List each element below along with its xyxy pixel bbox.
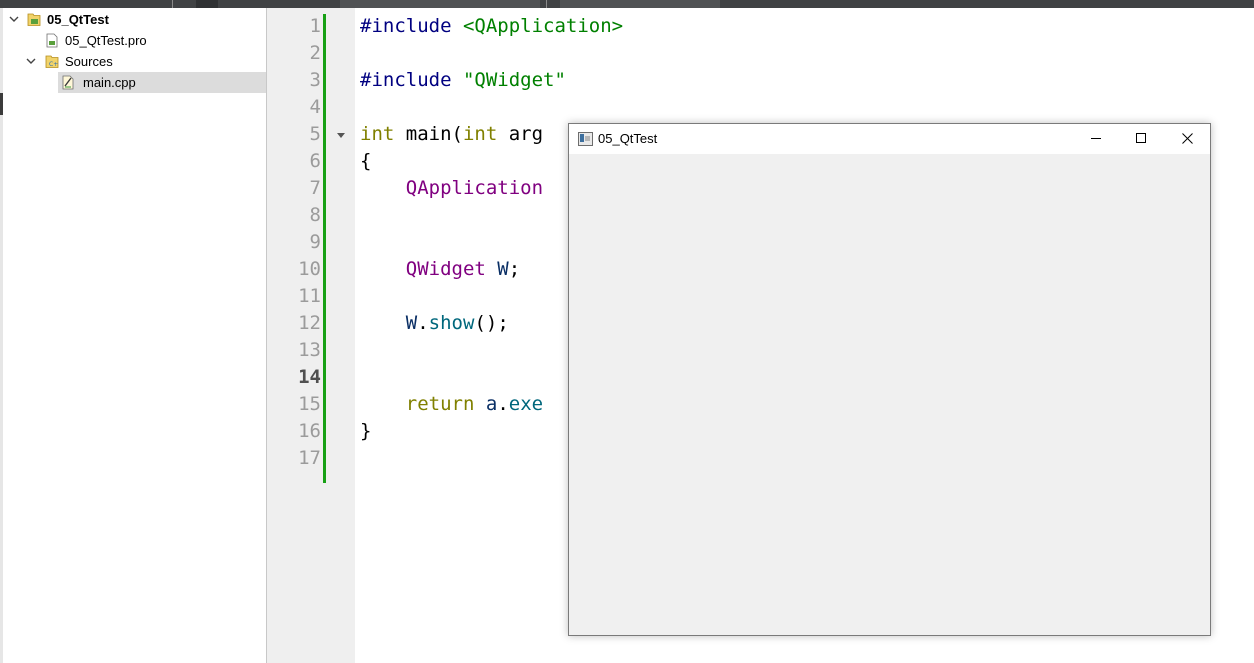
sources-folder-icon: C+ (45, 55, 59, 68)
line-number: 9 (309, 231, 321, 253)
code-token: . (497, 393, 509, 415)
line-number: 17 (298, 447, 321, 469)
tree-item-pro-file[interactable]: 05_QtTest.pro (3, 30, 266, 51)
app-window[interactable]: 05_QtTest (568, 123, 1211, 636)
line-number: 3 (309, 69, 321, 91)
line-number: 5 (309, 123, 321, 145)
minimize-button[interactable] (1073, 124, 1119, 153)
window-titlebar[interactable]: 05_QtTest (569, 124, 1210, 154)
tree-item-project-root[interactable]: 05_QtTest (3, 9, 266, 30)
code-token: "QWidget" (462, 69, 566, 91)
code-token: QApplication (405, 177, 544, 199)
code-line: W.show(); (360, 310, 509, 337)
tree-item-label: 05_QtTest.pro (65, 33, 147, 48)
window-client-area[interactable] (569, 154, 1210, 635)
line-number: 12 (298, 312, 321, 334)
line-number: 1 (309, 15, 321, 37)
code-line: int main(int arg (360, 121, 543, 148)
qt-project-icon (27, 13, 41, 26)
code-token: int (360, 123, 395, 145)
code-line: } (360, 418, 371, 445)
toolbar-separator (172, 0, 173, 8)
pro-file-icon (46, 33, 58, 48)
svg-text:C+: C+ (49, 61, 58, 68)
code-token: #include (360, 15, 452, 37)
code-line: #include "QWidget" (360, 67, 566, 94)
maximize-button[interactable] (1118, 124, 1164, 153)
minimize-icon (1091, 138, 1101, 139)
symbol-selector[interactable] (560, 0, 720, 8)
line-number: 4 (309, 96, 321, 118)
close-button[interactable] (1164, 124, 1210, 153)
tree-item-sources[interactable]: C+ Sources (3, 51, 266, 72)
line-number: 6 (309, 150, 321, 172)
code-token: arg (497, 123, 544, 145)
line-number: 11 (298, 285, 321, 307)
code-line: QApplication (360, 175, 543, 202)
top-toolbar-strip (0, 0, 1254, 8)
code-token: main( (394, 123, 463, 145)
line-number: 7 (309, 177, 321, 199)
code-token: QWidget (405, 258, 486, 280)
code-token: W (405, 312, 418, 334)
code-line: #include <QApplication> (360, 13, 623, 40)
tree-item-label: 05_QtTest (47, 12, 109, 27)
close-icon (1182, 133, 1193, 144)
window-title: 05_QtTest (598, 131, 658, 146)
code-token: show (428, 312, 475, 334)
line-number: 14 (298, 366, 321, 388)
changed-lines-marker (323, 14, 326, 483)
code-token: W (497, 258, 509, 280)
code-token: exe (508, 393, 544, 415)
tree-item-label: main.cpp (83, 75, 136, 90)
chevron-down-icon[interactable] (8, 13, 20, 25)
editor-file-tab[interactable] (340, 0, 540, 8)
code-token: (); (474, 312, 509, 334)
line-number: 10 (298, 258, 321, 280)
code-token: int (462, 123, 498, 145)
code-line: QWidget W; (360, 256, 520, 283)
cpp-file-edited-icon (62, 75, 74, 90)
code-line: { (360, 148, 371, 175)
code-token: ; (508, 258, 521, 280)
maximize-icon (1136, 133, 1146, 143)
code-token: a (485, 393, 498, 415)
code-token: } (360, 420, 372, 442)
toolbar-active-button[interactable] (196, 0, 218, 8)
fold-arrow-icon[interactable] (337, 133, 345, 138)
code-token: #include (360, 69, 452, 91)
tree-item-label: Sources (65, 54, 113, 69)
app-window-icon (578, 132, 593, 146)
code-line: return a.exe (360, 391, 543, 418)
code-token: return (405, 393, 475, 415)
chevron-down-icon[interactable] (25, 55, 37, 67)
line-number: 8 (309, 204, 321, 226)
tree-item-main-cpp[interactable]: main.cpp (58, 72, 266, 93)
code-token: . (417, 312, 429, 334)
line-number: 16 (298, 420, 321, 442)
editor-gutter: 1 2 3 4 5 6 7 8 9 10 11 12 13 14 15 16 17 (267, 8, 355, 663)
line-number: 15 (298, 393, 321, 415)
code-token: { (360, 150, 372, 172)
code-token: <QApplication> (462, 15, 624, 37)
toolbar-separator (546, 0, 547, 8)
line-number: 2 (309, 42, 321, 64)
project-tree: 05_QtTest 05_QtTest.pro C+ Sources main.… (3, 8, 267, 663)
line-number: 13 (298, 339, 321, 361)
